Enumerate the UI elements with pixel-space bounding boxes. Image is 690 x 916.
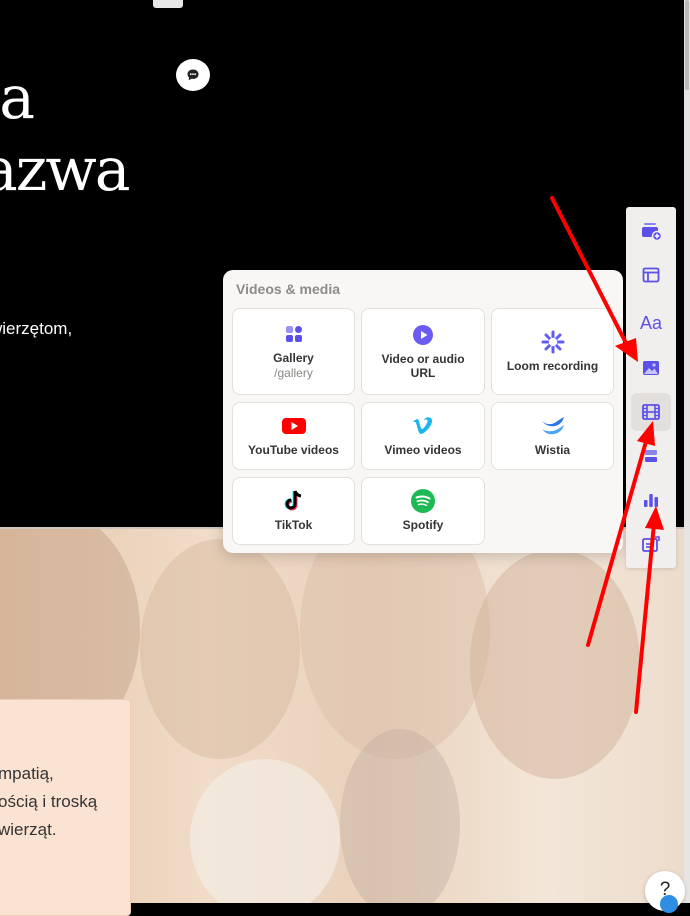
quote-line2: ością i troską [0, 792, 98, 811]
gallery-slug: /gallery [274, 365, 313, 380]
gallery-icon [285, 323, 303, 345]
quote-line3: wierząt. [0, 820, 57, 839]
vimeo-videos-label: Vimeo videos [384, 443, 462, 457]
add-block-icon [642, 223, 662, 241]
chart-tool[interactable] [631, 481, 671, 519]
tiktok-item[interactable]: TikTok [232, 477, 355, 545]
youtube-videos-label: YouTube videos [248, 443, 339, 457]
video-icon [642, 404, 660, 420]
chart-icon [644, 494, 658, 507]
spotify-label: Spotify [402, 518, 444, 532]
popover-title: Videos & media [236, 281, 341, 297]
scrollbar-thumb[interactable] [685, 0, 689, 90]
gallery-item[interactable]: Gallery /gallery [232, 308, 355, 395]
notification-dot [660, 895, 678, 913]
youtube-icon [281, 415, 306, 437]
wistia-label: Wistia [534, 443, 571, 457]
tiktok-label: TikTok [274, 518, 313, 532]
text-tool[interactable]: Aa [631, 304, 671, 342]
loom-icon [541, 330, 565, 353]
quote-line1: mpatią, [0, 764, 54, 783]
list-tool[interactable] [631, 437, 671, 475]
video-audio-url-item[interactable]: Video or audio URL [361, 308, 485, 395]
wistia-item[interactable]: Wistia [491, 402, 614, 470]
videos-media-popover: Videos & media Gallery /gallery Video or… [223, 270, 623, 553]
comment-icon [187, 69, 199, 81]
layout-icon [642, 267, 660, 283]
hero-title-line1: la [0, 63, 35, 133]
video-tool[interactable] [631, 393, 671, 431]
embed-tool[interactable] [631, 525, 671, 563]
video-audio-url-label: Video or audio URL [381, 351, 465, 380]
gallery-label: Gallery [273, 350, 314, 365]
page-scrollbar[interactable] [684, 0, 690, 903]
quote-text: mpatią, ością i troską wierząt. [0, 760, 97, 844]
image-tool[interactable] [631, 349, 671, 387]
top-handle[interactable] [153, 0, 183, 8]
spotify-item[interactable]: Spotify [361, 477, 485, 545]
vimeo-videos-item[interactable]: Vimeo videos [361, 402, 485, 470]
comment-button[interactable] [176, 59, 210, 91]
hero-subtitle: wierzętom, [0, 319, 73, 338]
wistia-icon [541, 415, 565, 437]
image-icon [643, 361, 659, 375]
loom-recording-item[interactable]: Loom recording [491, 308, 614, 395]
hero-title-line2: azwa [0, 135, 131, 205]
tiktok-icon [284, 490, 304, 512]
list-icon [645, 450, 657, 462]
play-icon [413, 324, 433, 346]
vimeo-icon [412, 415, 434, 437]
layout-tool[interactable] [631, 256, 671, 294]
spotify-icon [411, 489, 435, 513]
text-icon: Aa [639, 312, 663, 333]
add-block-tool[interactable] [631, 212, 671, 250]
loom-recording-label: Loom recording [506, 358, 599, 373]
hero-title: la azwa [0, 62, 131, 206]
embed-icon [642, 536, 660, 552]
youtube-videos-item[interactable]: YouTube videos [232, 402, 355, 470]
block-toolbar: Aa [626, 207, 676, 568]
